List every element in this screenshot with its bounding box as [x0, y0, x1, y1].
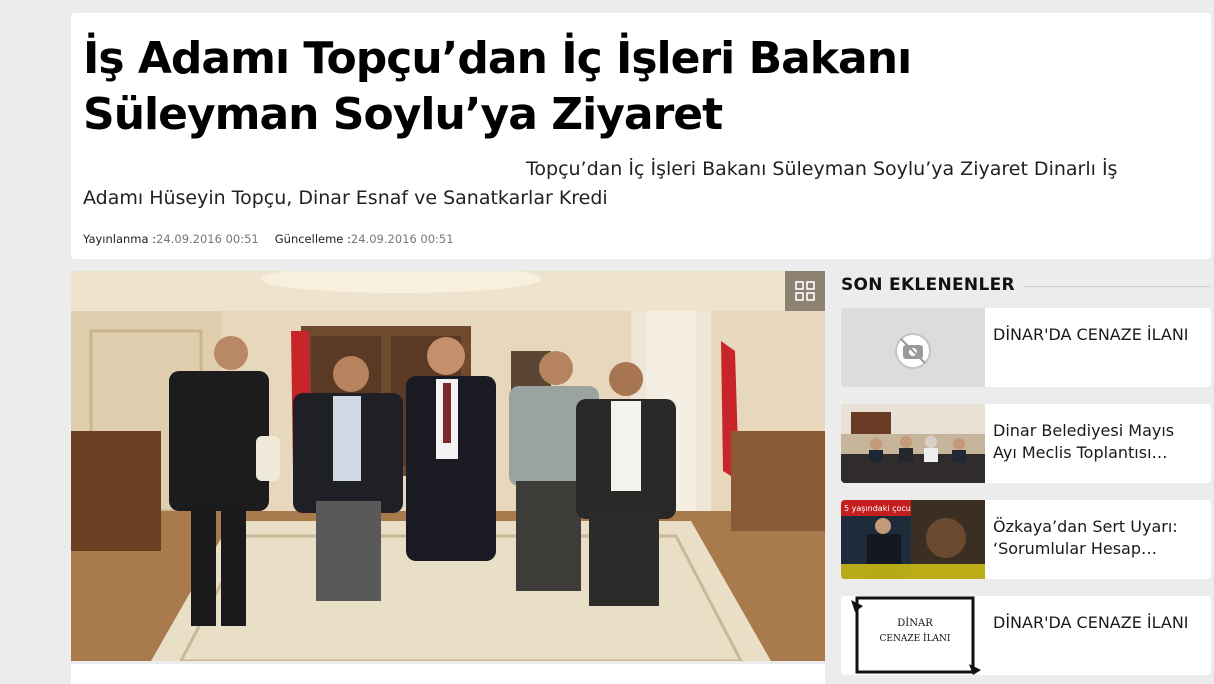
sidebar-news-item[interactable]: Dinar Belediyesi Mayıs Ayı Meclis Toplan…	[841, 404, 1211, 483]
grid-icon	[795, 281, 815, 301]
sidebar-title-divider	[1024, 286, 1210, 287]
speaker-photo: 5 yaşındaki çocuk hayatını kaybetti	[841, 500, 985, 579]
news-item-title: DİNAR'DA CENAZE İLANI	[993, 325, 1189, 344]
article-header: İş Adamı Topçu’dan İç İşleri Bakanı Süle…	[71, 13, 1211, 259]
article-title-line2: Süleyman Soylu’ya Ziyaret	[83, 89, 723, 140]
sidebar-news-item[interactable]: DİNAR'DA CENAZE İLANI	[841, 308, 1211, 387]
article-title-line1: İş Adamı Topçu’dan İç İşleri Bakanı	[83, 33, 912, 84]
sidebar-news-item[interactable]: DİNAR CENAZE İLANI DİNAR'DA CENAZE İLANI	[841, 596, 1211, 675]
article-title: İş Adamı Topçu’dan İç İşleri Bakanı Süle…	[83, 31, 1183, 143]
gallery-button[interactable]	[785, 271, 825, 311]
news-item-title: Özkaya’dan Sert Uyarı: ‘Sorumlular Hesap…	[993, 517, 1178, 558]
article-summary: Topçu’dan İç İşleri Bakanı Süleyman Soyl…	[83, 158, 1118, 209]
funeral-card-image: DİNAR CENAZE İLANI	[841, 596, 985, 675]
meeting-photo	[841, 404, 985, 483]
news-item-title: Dinar Belediyesi Mayıs Ayı Meclis Toplan…	[993, 421, 1175, 462]
funeral-card-line2: CENAZE İLANI	[880, 632, 951, 644]
hero-photo	[71, 271, 825, 661]
updated-info: Güncelleme :24.09.2016 00:51	[274, 232, 454, 246]
hero-image[interactable]	[71, 271, 825, 661]
article-body-start	[71, 664, 825, 684]
published-info: Yayınlanma :24.09.2016 00:51	[83, 232, 259, 246]
news-item-title: DİNAR'DA CENAZE İLANI	[993, 613, 1189, 632]
sidebar-news-item[interactable]: 5 yaşındaki çocuk hayatını kaybetti Özka…	[841, 500, 1211, 579]
funeral-card-line1: DİNAR	[897, 617, 933, 629]
sidebar-title: SON EKLENENLER	[841, 275, 1015, 295]
article-meta: Yayınlanma :24.09.2016 00:51 Güncelleme …	[83, 232, 454, 246]
no-image-icon	[841, 308, 985, 387]
